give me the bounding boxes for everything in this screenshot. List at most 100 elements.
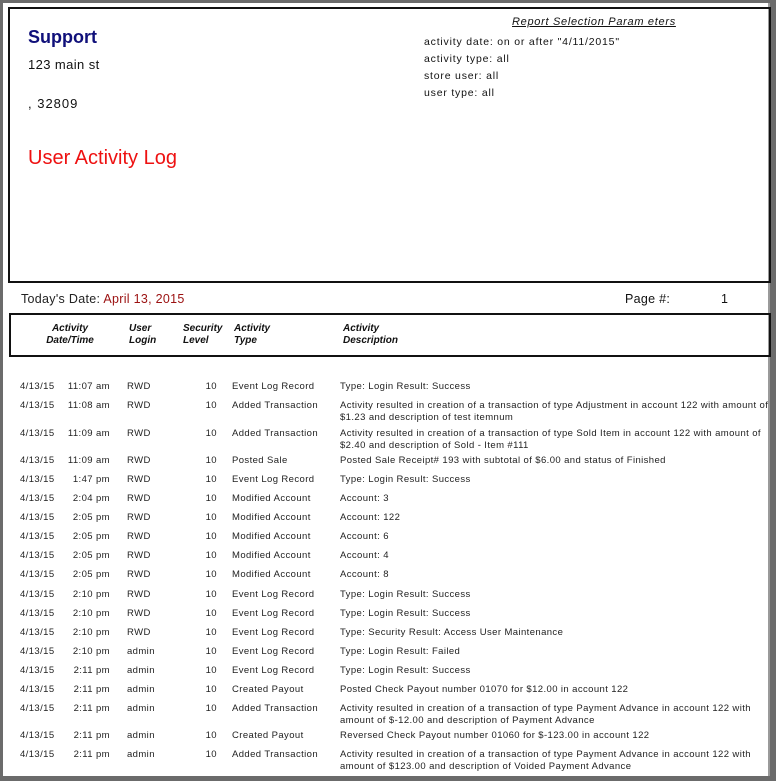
cell-security-level: 10	[205, 730, 217, 741]
cell-activity-description: Activity resulted in creation of a trans…	[340, 703, 751, 726]
cell-user-login: admin	[127, 646, 155, 657]
cell-security-level: 10	[205, 749, 217, 760]
cell-security-level: 10	[205, 474, 217, 485]
column-header-box: Activity Date/Time User Login Security L…	[9, 313, 771, 357]
cell-activity-description: Posted Sale Receipt# 193 with subtotal o…	[340, 455, 666, 466]
param-activity-date: activity date: on or after "4/11/2015"	[424, 36, 620, 48]
cell-security-level: 10	[205, 608, 217, 619]
cell-date: 4/13/15	[20, 474, 55, 485]
cell-user-login: RWD	[127, 400, 151, 411]
cell-time: 11:09 am	[67, 428, 110, 439]
cell-time: 2:11 pm	[73, 684, 110, 695]
cell-activity-description: Account: 3	[340, 493, 389, 504]
cell-activity-type: Event Log Record	[232, 381, 315, 392]
cell-activity-type: Event Log Record	[232, 646, 315, 657]
cell-activity-type: Posted Sale	[232, 455, 288, 466]
cell-activity-type: Modified Account	[232, 493, 311, 504]
cell-activity-type: Added Transaction	[232, 428, 319, 439]
cell-time: 2:10 pm	[72, 589, 110, 600]
column-header-activity-description: Activity Description	[343, 323, 399, 346]
cell-user-login: RWD	[127, 381, 151, 392]
cell-user-login: RWD	[127, 531, 151, 542]
cell-time: 2:05 pm	[72, 569, 110, 580]
cell-user-login: RWD	[127, 627, 151, 638]
cell-time: 2:11 pm	[73, 749, 110, 760]
cell-time: 11:08 am	[67, 400, 110, 411]
cell-activity-type: Modified Account	[232, 569, 311, 580]
cell-date: 4/13/15	[20, 608, 55, 619]
cell-user-login: RWD	[127, 589, 151, 600]
cell-activity-description: Account: 8	[340, 569, 389, 580]
cell-activity-type: Added Transaction	[232, 749, 319, 760]
cell-time: 2:10 pm	[72, 627, 110, 638]
page-number-label: Page #:	[625, 292, 671, 306]
cell-time: 2:04 pm	[72, 493, 110, 504]
cell-time: 2:05 pm	[72, 512, 110, 523]
cell-activity-type: Event Log Record	[232, 589, 315, 600]
column-header-activity-type: Activity Type	[234, 323, 271, 346]
cell-date: 4/13/15	[20, 730, 55, 741]
cell-date: 4/13/15	[20, 684, 55, 695]
cell-user-login: RWD	[127, 428, 151, 439]
cell-time: 11:07 am	[67, 381, 110, 392]
cell-activity-description: Type: Login Result: Success	[340, 608, 471, 619]
todays-date-label: Today's Date:	[21, 292, 101, 306]
cell-date: 4/13/15	[20, 493, 55, 504]
cell-user-login: RWD	[127, 550, 151, 561]
cell-activity-type: Modified Account	[232, 550, 311, 561]
cell-activity-description: Activity resulted in creation of a trans…	[340, 400, 769, 423]
cell-time: 2:11 pm	[73, 730, 110, 741]
cell-security-level: 10	[205, 627, 217, 638]
cell-user-login: RWD	[127, 569, 151, 580]
cell-date: 4/13/15	[20, 512, 55, 523]
address-line-1: 123 main st	[28, 57, 100, 72]
cell-security-level: 10	[205, 531, 217, 542]
cell-user-login: RWD	[127, 608, 151, 619]
cell-date: 4/13/15	[20, 550, 55, 561]
cell-security-level: 10	[205, 550, 217, 561]
cell-date: 4/13/15	[20, 589, 55, 600]
company-name: Support	[28, 27, 97, 47]
cell-user-login: admin	[127, 665, 155, 676]
cell-date: 4/13/15	[20, 455, 55, 466]
cell-activity-type: Modified Account	[232, 531, 311, 542]
report-header-box: Support 123 main st , 32809 User Activit…	[8, 7, 771, 283]
cell-user-login: admin	[127, 703, 155, 714]
cell-date: 4/13/15	[20, 749, 55, 760]
cell-user-login: admin	[127, 749, 155, 760]
cell-time: 2:11 pm	[73, 665, 110, 676]
cell-activity-description: Account: 122	[340, 512, 401, 523]
report-title: User Activity Log	[28, 147, 177, 169]
cell-activity-type: Event Log Record	[232, 627, 315, 638]
cell-activity-type: Added Transaction	[232, 703, 319, 714]
cell-security-level: 10	[205, 493, 217, 504]
column-header-date-time: Activity Date/Time	[46, 323, 94, 346]
cell-user-login: RWD	[127, 512, 151, 523]
cell-time: 11:09 am	[67, 455, 110, 466]
cell-time: 2:11 pm	[73, 703, 110, 714]
cell-date: 4/13/15	[20, 665, 55, 676]
address-line-2: , 32809	[28, 96, 79, 111]
cell-date: 4/13/15	[20, 627, 55, 638]
cell-user-login: RWD	[127, 493, 151, 504]
cell-activity-type: Created Payout	[232, 684, 304, 695]
cell-date: 4/13/15	[20, 400, 55, 411]
params-title: Report Selection Param eters	[512, 16, 676, 28]
cell-time: 2:05 pm	[72, 550, 110, 561]
cell-activity-description: Type: Login Result: Failed	[340, 646, 461, 657]
cell-security-level: 10	[205, 589, 217, 600]
cell-security-level: 10	[205, 381, 217, 392]
column-header-security-level: Security Level	[183, 323, 223, 346]
cell-activity-description: Activity resulted in creation of a trans…	[340, 428, 761, 451]
column-header-user-login: User Login	[129, 323, 157, 346]
todays-date: Today's Date: April 13, 2015	[21, 292, 185, 306]
cell-date: 4/13/15	[20, 531, 55, 542]
cell-activity-description: Reversed Check Payout number 01060 for $…	[340, 730, 650, 741]
cell-security-level: 10	[205, 569, 217, 580]
cell-activity-description: Posted Check Payout number 01070 for $12…	[340, 684, 629, 695]
cell-time: 2:05 pm	[72, 531, 110, 542]
cell-user-login: RWD	[127, 474, 151, 485]
cell-activity-description: Type: Login Result: Success	[340, 474, 471, 485]
cell-activity-description: Activity resulted in creation of a trans…	[340, 749, 751, 772]
cell-activity-type: Added Transaction	[232, 400, 319, 411]
